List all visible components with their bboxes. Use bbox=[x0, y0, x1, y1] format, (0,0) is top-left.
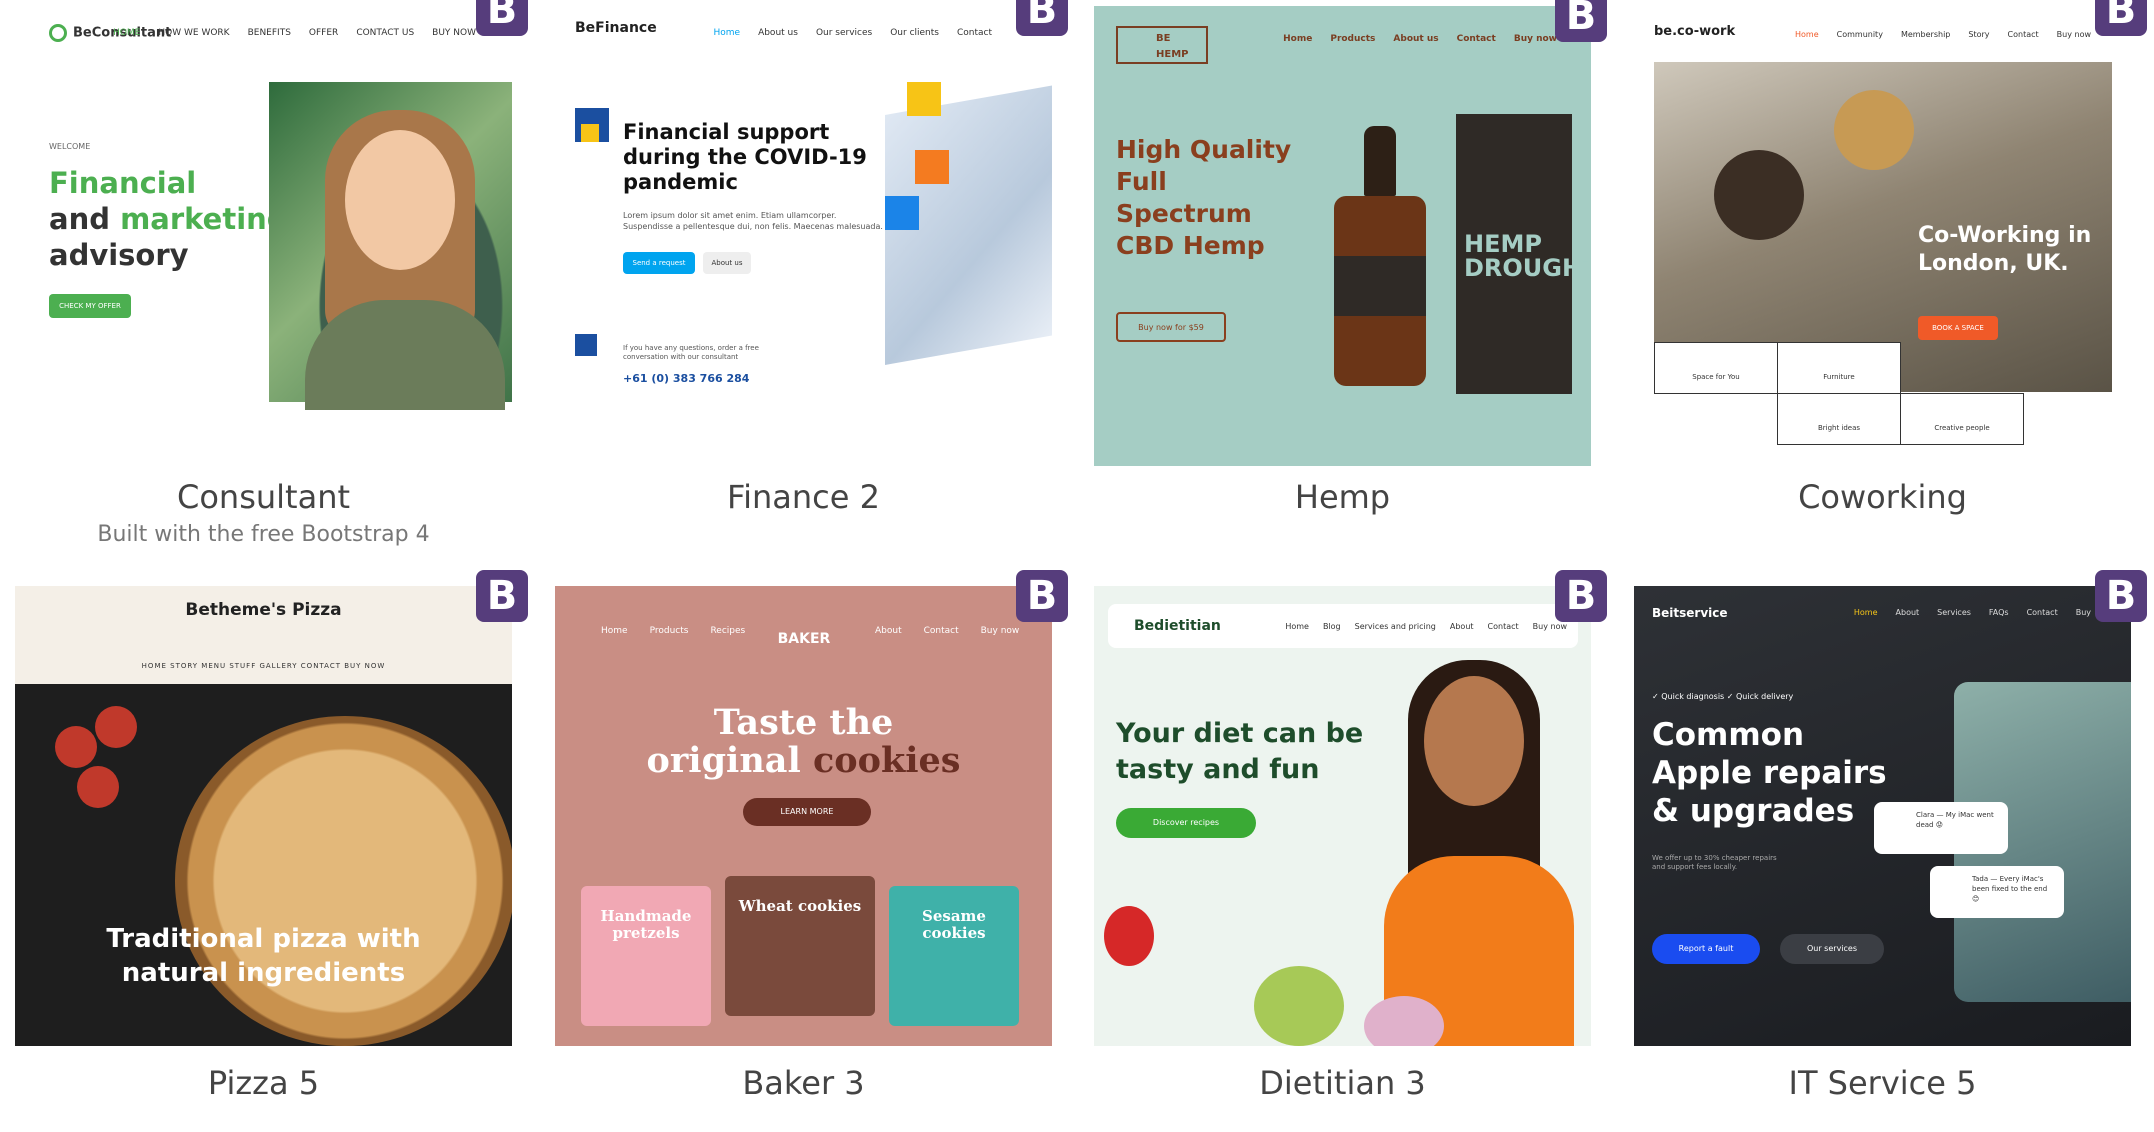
decor-square bbox=[915, 150, 949, 184]
thumb-logo: BE HEMP bbox=[1116, 26, 1208, 64]
decor-square bbox=[885, 196, 919, 230]
template-thumbnail[interactable]: be.co-work Home Community Membership Sto… bbox=[1634, 0, 2131, 460]
thumb-cta-button: Discover recipes bbox=[1116, 808, 1256, 838]
bootstrap-badge-icon: B bbox=[2095, 0, 2147, 36]
bootstrap-badge-icon: B bbox=[1016, 0, 1068, 36]
thumb-nav: HOME HOW WE WORK BENEFITS OFFER CONTACT … bbox=[113, 28, 476, 38]
thumb-package: Wheat cookies bbox=[725, 876, 875, 1016]
thumb-hero: Your diet can be tasty and fun bbox=[1116, 718, 1364, 785]
thumb-cta-button: Buy now for $59 bbox=[1116, 312, 1226, 342]
thumb-secondary-button: Our services bbox=[1780, 934, 1884, 964]
thumb-secondary-button: About us bbox=[703, 252, 751, 274]
thumb-welcome: WELCOME bbox=[49, 142, 91, 151]
template-title[interactable]: IT Service 5 bbox=[1634, 1064, 2131, 1102]
thumb-cta-button: LEARN MORE bbox=[743, 798, 871, 826]
thumb-paragraph: We offer up to 30% cheaper repairs and s… bbox=[1652, 854, 1777, 871]
thumb-nav: Home Blog Services and pricing About Con… bbox=[1285, 622, 1567, 631]
thumb-photo-person bbox=[1714, 150, 1804, 240]
thumb-question: If you have any questions, order a free … bbox=[623, 344, 759, 361]
thumb-logo: BAKER bbox=[777, 631, 831, 647]
thumb-logo: be.co-work bbox=[1654, 24, 1736, 39]
template-thumbnail[interactable]: BeFinance Home About us Our services Our… bbox=[555, 0, 1052, 460]
thumb-nav: Home Community Membership Story Contact … bbox=[1795, 30, 2091, 39]
template-subtitle: Built with the free Bootstrap 4 bbox=[97, 522, 430, 547]
thumb-chat-bubble: Tada — Every iMac's been fixed to the en… bbox=[1930, 866, 2064, 918]
thumb-tomato bbox=[95, 706, 137, 748]
template-title[interactable]: Pizza 5 bbox=[15, 1064, 512, 1102]
thumb-primary-button: Report a fault bbox=[1652, 934, 1760, 964]
decor-square bbox=[575, 334, 597, 356]
template-thumbnail[interactable]: Home Products Recipes BAKER About Contac… bbox=[555, 586, 1052, 1046]
thumb-package: Handmade pretzels bbox=[581, 886, 711, 1026]
thumb-nav-left: Home Products Recipes bbox=[601, 626, 746, 636]
thumb-nav: HOME STORY MENU STUFF GALLERY CONTACT BU… bbox=[141, 662, 386, 670]
thumb-hero: Financial and marketing advisory bbox=[49, 166, 288, 272]
bootstrap-badge-icon: B bbox=[476, 0, 528, 36]
thumb-badges: ✓ Quick diagnosis ✓ Quick delivery bbox=[1652, 692, 1794, 701]
thumb-melon bbox=[1254, 966, 1344, 1046]
thumb-feature-cell: Creative people bbox=[1900, 393, 2024, 445]
bootstrap-badge-icon: B bbox=[1555, 570, 1607, 622]
template-thumbnail[interactable]: Betheme's Pizza HOME STORY MENU STUFF GA… bbox=[15, 586, 512, 1046]
template-title[interactable]: Hemp bbox=[1094, 478, 1591, 516]
thumb-nav: Home Products About us Contact Buy now bbox=[1283, 34, 1557, 44]
template-thumbnail[interactable]: Beitservice Home About Services FAQs Con… bbox=[1634, 586, 2131, 1046]
template-grid: BeConsultant HOME HOW WE WORK BENEFITS O… bbox=[0, 0, 2154, 1132]
thumb-logo: Beitservice bbox=[1652, 606, 1728, 620]
thumb-package: Sesame cookies bbox=[889, 886, 1019, 1026]
thumb-paragraph: Lorem ipsum dolor sit amet enim. Etiam u… bbox=[623, 211, 883, 231]
bootstrap-badge-icon: B bbox=[1016, 570, 1068, 622]
thumb-pizza bbox=[175, 716, 512, 1046]
thumb-logo: Betheme's Pizza bbox=[185, 600, 342, 620]
thumb-logo: BeFinance bbox=[575, 20, 657, 36]
thumb-primary-button: Send a request bbox=[623, 252, 695, 274]
thumb-box: HEMP DROUGHT bbox=[1456, 114, 1591, 394]
thumb-nav-right: About Contact Buy now bbox=[875, 626, 1020, 636]
decor-square bbox=[581, 124, 599, 142]
decor-square bbox=[907, 82, 941, 116]
thumb-chat-bubble: Clara — My iMac went dead 😟 bbox=[1874, 802, 2008, 854]
template-title[interactable]: Finance 2 bbox=[555, 478, 1052, 516]
thumb-photo-person bbox=[1364, 656, 1591, 1046]
thumb-hero: Common Apple repairs & upgrades bbox=[1652, 717, 1887, 829]
thumb-cta-button: CHECK MY OFFER bbox=[49, 294, 131, 318]
thumb-tomato bbox=[77, 766, 119, 808]
thumb-cta-button: BOOK A SPACE bbox=[1918, 316, 1998, 340]
thumb-hero: Financial support during the COVID-19 pa… bbox=[623, 120, 867, 194]
thumb-nav: Home About Services FAQs Contact Buy bbox=[1853, 608, 2091, 617]
bootstrap-badge-icon: B bbox=[476, 570, 528, 622]
template-thumbnail[interactable]: BE HEMP Home Products About us Contact B… bbox=[1094, 6, 1591, 466]
thumb-photo-person bbox=[1834, 90, 1914, 170]
thumb-photo-face bbox=[345, 130, 455, 270]
thumb-hero: Traditional pizza with natural ingredien… bbox=[106, 924, 421, 988]
thumb-logo: Bedietitian bbox=[1134, 618, 1221, 634]
thumb-hero: Co-Working in London, UK. bbox=[1918, 223, 2092, 276]
bootstrap-badge-icon: B bbox=[1555, 0, 1607, 42]
thumb-hero: Taste the original cookies bbox=[646, 702, 961, 781]
thumb-bottle bbox=[1334, 126, 1426, 386]
thumb-strawberry bbox=[1104, 906, 1154, 966]
bootstrap-badge-icon: B bbox=[2095, 570, 2147, 622]
template-title[interactable]: Consultant bbox=[15, 478, 512, 516]
template-title[interactable]: Baker 3 bbox=[555, 1064, 1052, 1102]
template-thumbnail[interactable]: BeConsultant HOME HOW WE WORK BENEFITS O… bbox=[15, 0, 512, 460]
thumb-feature-cell: Furniture bbox=[1777, 342, 1901, 394]
thumb-phone: +61 (0) 383 766 284 bbox=[623, 372, 750, 385]
thumb-feature-cell: Space for You bbox=[1654, 342, 1778, 394]
thumb-nav: Home About us Our services Our clients C… bbox=[713, 28, 992, 38]
template-title[interactable]: Coworking bbox=[1634, 478, 2131, 516]
template-thumbnail[interactable]: Bedietitian Home Blog Services and prici… bbox=[1094, 586, 1591, 1046]
template-title[interactable]: Dietitian 3 bbox=[1094, 1064, 1591, 1102]
thumb-tomato bbox=[55, 726, 97, 768]
thumb-hero: High Quality Full Spectrum CBD Hemp bbox=[1116, 135, 1292, 260]
thumb-feature-cell: Bright ideas bbox=[1777, 393, 1901, 445]
